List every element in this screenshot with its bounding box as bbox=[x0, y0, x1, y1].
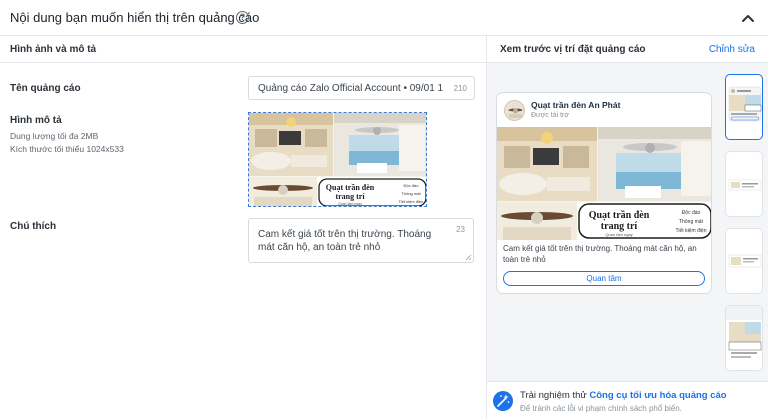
optimization-tool-link[interactable]: Công cụ tối ưu hóa quảng cáo bbox=[589, 390, 726, 401]
section-title: Nội dung bạn muốn hiển thị trên quảng cá… bbox=[10, 10, 260, 25]
optimization-tool-promo: Trải nghiệm thử Công cụ tối ưu hóa quảng… bbox=[487, 381, 768, 419]
preview-image-headline-2: trang trí bbox=[601, 221, 638, 232]
promo-text: Trải nghiệm thử Công cụ tối ưu hóa quảng… bbox=[520, 390, 727, 401]
ad-name-char-count: 210 bbox=[453, 84, 467, 93]
preview-image-subline: Quan tâm ngay bbox=[605, 232, 632, 237]
image-size-hint: Dung lượng tối đa 2MB bbox=[10, 131, 99, 141]
image-subline: Quan tâm ngay bbox=[338, 202, 362, 206]
ad-preview-card: Quạt trần đèn An Phát Được tài trợ Quạt … bbox=[496, 92, 712, 294]
preview-header: Xem trước vị trí đặt quảng cáo Chỉnh sửa bbox=[487, 36, 768, 63]
caption-value: Cam kết giá tốt trên thị trường. Thoáng … bbox=[258, 229, 432, 253]
edit-link[interactable]: Chỉnh sửa bbox=[709, 44, 755, 55]
caption-char-count: 23 bbox=[456, 225, 465, 234]
question-circle-icon[interactable]: ? bbox=[236, 11, 249, 24]
preview-image-feature-1: Độc đáo bbox=[682, 210, 701, 216]
sponsored-label: Được tài trợ bbox=[531, 112, 569, 119]
resize-grip-icon[interactable] bbox=[465, 254, 472, 261]
cta-button[interactable]: Quan tâm bbox=[503, 271, 705, 286]
caption-label: Chú thích bbox=[10, 221, 57, 232]
placement-thumbnail-4[interactable] bbox=[725, 305, 763, 371]
preview-image-feature-2: Thông mát bbox=[679, 219, 704, 225]
placement-thumbnail-1[interactable] bbox=[725, 74, 763, 140]
ad-image-collage: Quạt trần đèn trang trí Quan tâm ngay Độ… bbox=[249, 113, 426, 206]
promo-subtext: Để tránh các lỗi vi phạm chính sách phổ … bbox=[520, 404, 682, 413]
ad-preview-image: Quạt trần đèn trang trí Quan tâm ngay Độ… bbox=[497, 127, 711, 240]
preview-area: Quạt trần đèn An Phát Được tài trợ Quạt … bbox=[487, 63, 717, 381]
image-feature-3: Tiết kiệm điện bbox=[399, 199, 424, 204]
chevron-up-icon[interactable] bbox=[740, 10, 756, 26]
image-label: Hình mô tả bbox=[10, 115, 62, 126]
placement-preview-panel: Xem trước vị trí đặt quảng cáo Chỉnh sửa… bbox=[486, 36, 768, 419]
promo-prefix: Trải nghiệm thử bbox=[520, 390, 590, 401]
ad-name-label: Tên quảng cáo bbox=[10, 83, 81, 94]
placement-thumbnails bbox=[717, 63, 768, 381]
ad-name-value: Quảng cáo Zalo Official Account • 09/01 … bbox=[258, 83, 444, 94]
preview-title: Xem trước vị trí đặt quảng cáo bbox=[500, 44, 646, 55]
placement-thumbnail-3[interactable] bbox=[725, 228, 763, 294]
caption-textarea[interactable]: Cam kết giá tốt trên thị trường. Thoáng … bbox=[248, 218, 474, 263]
editor-subheader: Hình ảnh và mô tả bbox=[0, 36, 486, 63]
image-headline-2: trang trí bbox=[335, 192, 365, 201]
section-header[interactable]: Nội dung bạn muốn hiển thị trên quảng cá… bbox=[0, 0, 768, 36]
preview-image-headline-1: Quạt trần đèn bbox=[589, 210, 650, 221]
editor-subheader-title: Hình ảnh và mô tả bbox=[10, 44, 97, 55]
image-feature-1: Độc đáo bbox=[404, 183, 420, 188]
placement-thumbnail-2[interactable] bbox=[725, 151, 763, 217]
ad-name-input[interactable]: Quảng cáo Zalo Official Account • 09/01 … bbox=[248, 76, 475, 100]
preview-image-feature-3: Tiết kiệm điện bbox=[676, 228, 707, 234]
image-dimension-hint: Kích thước tối thiểu 1024x533 bbox=[10, 144, 124, 154]
ad-image-upload[interactable]: Quạt trần đèn trang trí Quan tâm ngay Độ… bbox=[248, 112, 427, 207]
image-headline-1: Quạt trần đèn bbox=[326, 183, 375, 192]
ad-preview-caption: Cam kết giá tốt trên thị trường. Thoáng … bbox=[503, 244, 697, 264]
magic-wand-icon bbox=[493, 391, 513, 411]
advertiser-name: Quạt trần đèn An Phát bbox=[531, 100, 621, 110]
image-feature-2: Thông mát bbox=[401, 191, 421, 196]
advertiser-avatar bbox=[504, 100, 525, 121]
